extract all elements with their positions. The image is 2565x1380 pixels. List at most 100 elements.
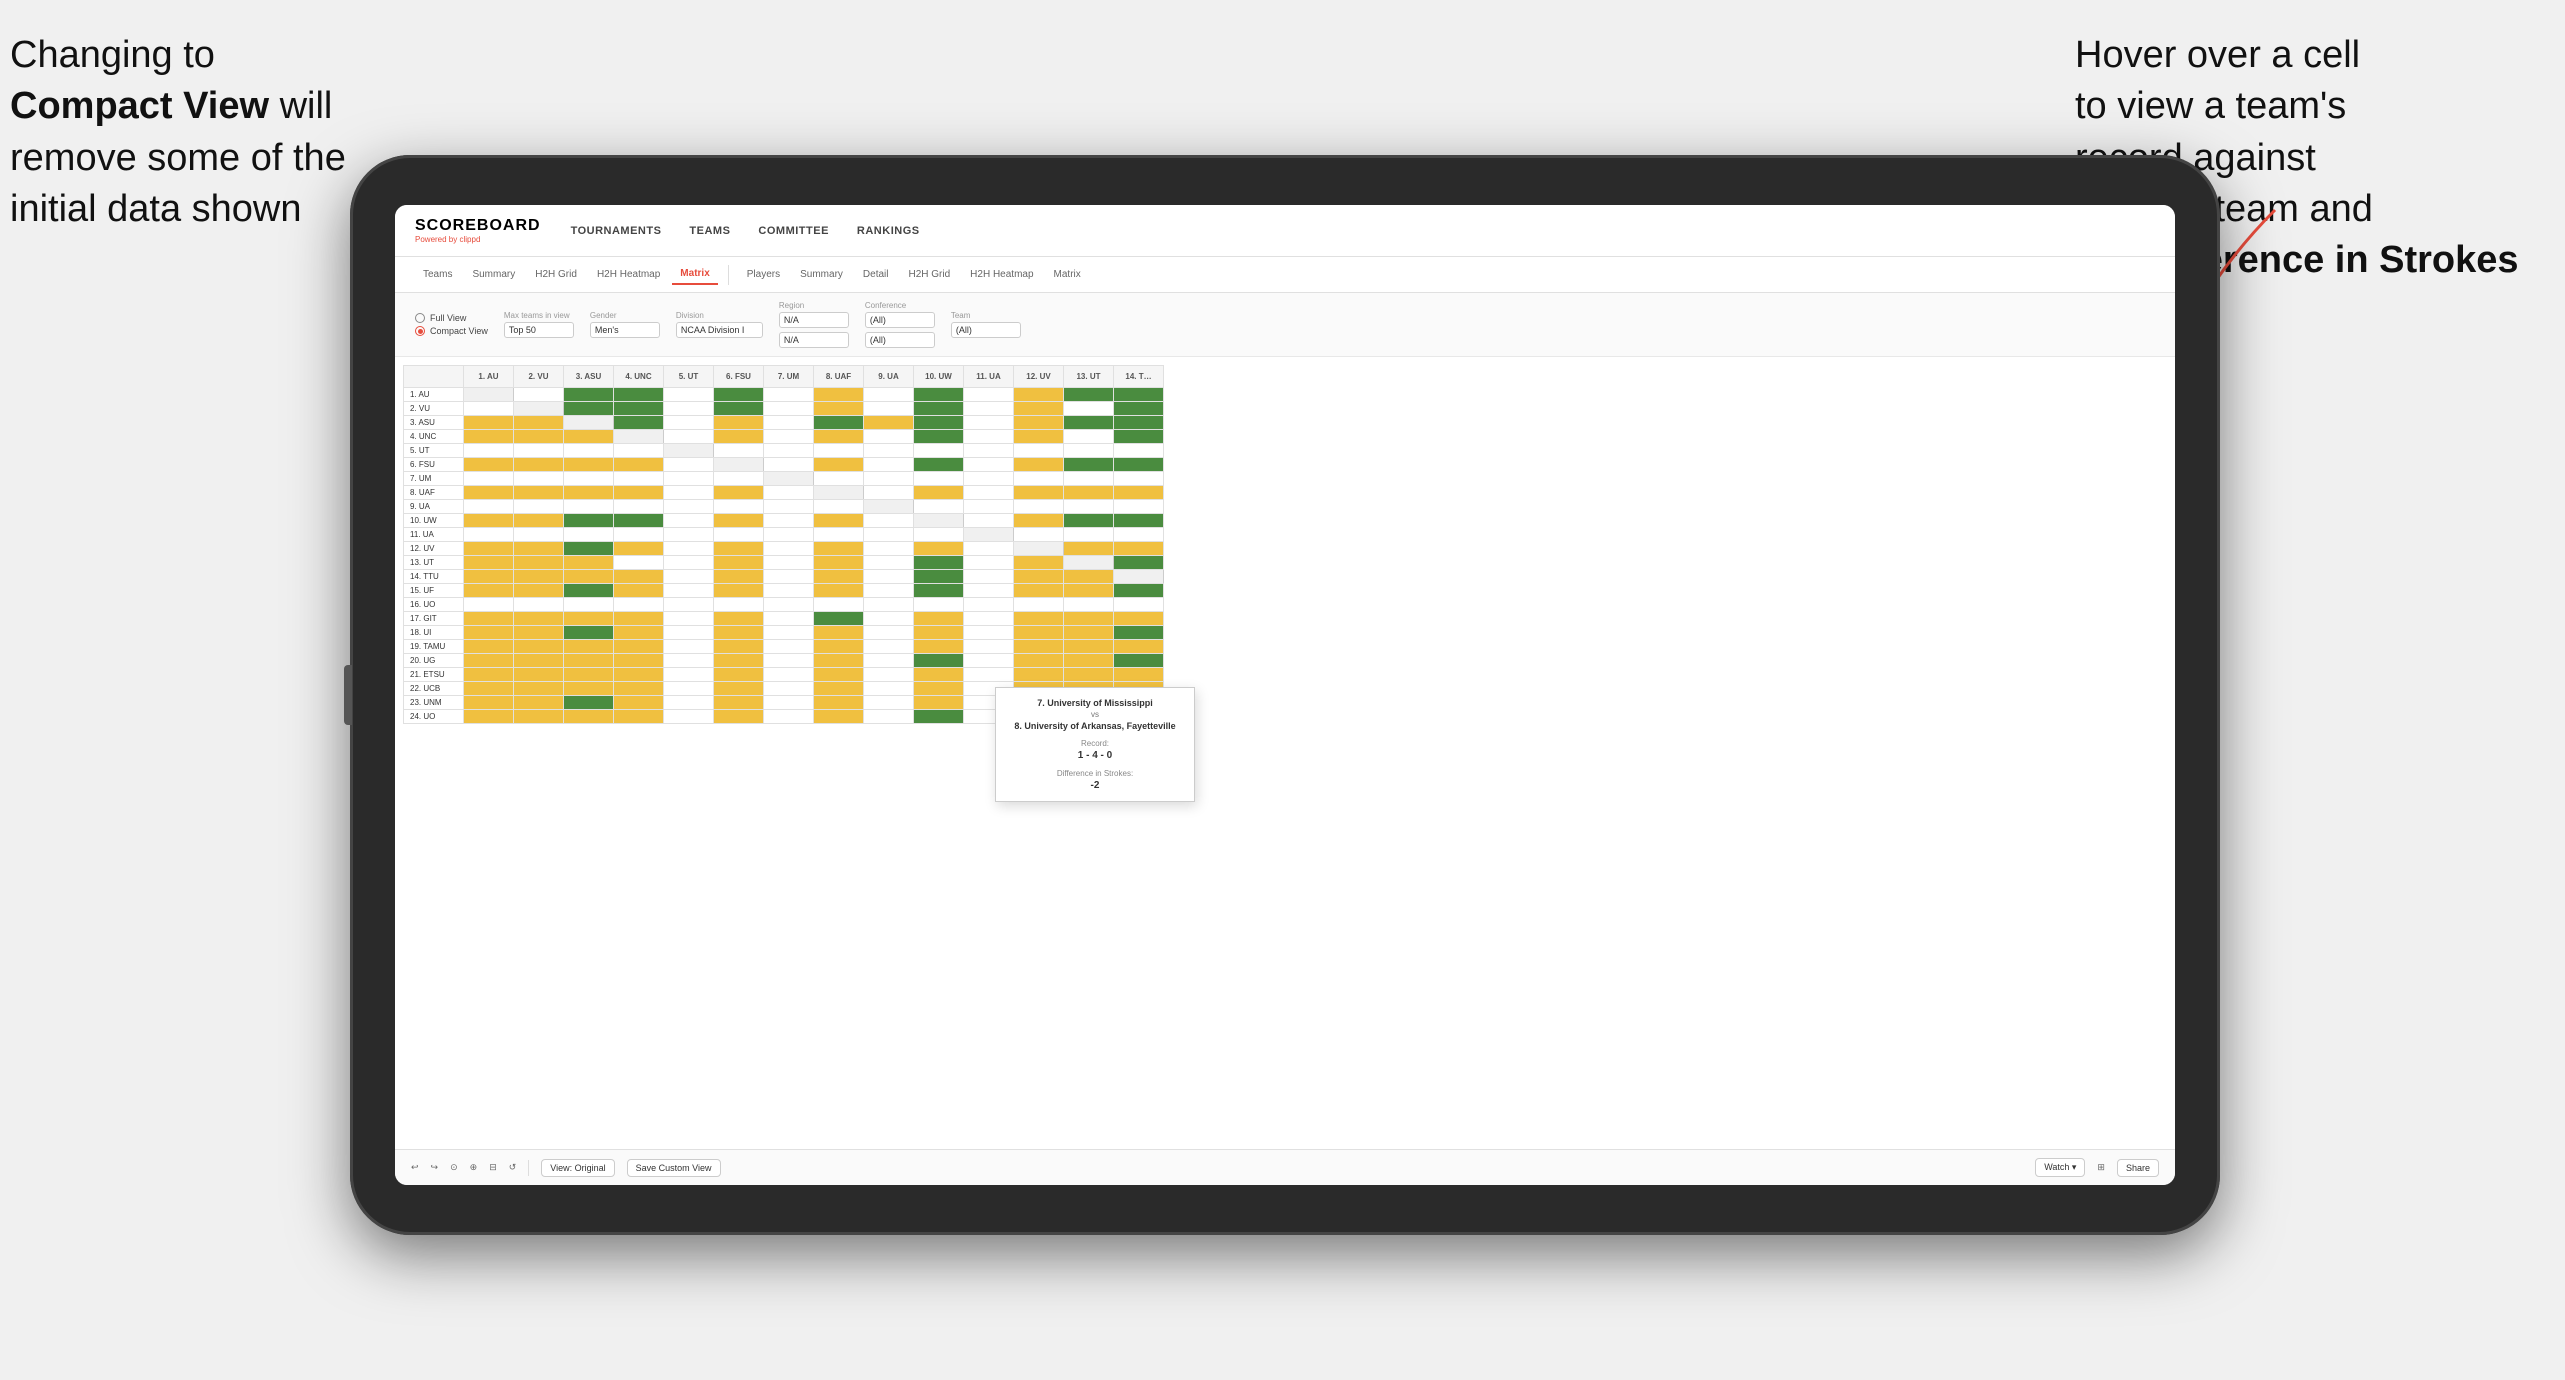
- matrix-cell[interactable]: [614, 570, 664, 584]
- matrix-cell[interactable]: [564, 458, 614, 472]
- matrix-cell[interactable]: [764, 416, 814, 430]
- matrix-cell[interactable]: [864, 458, 914, 472]
- toolbar-btn6[interactable]: ↺: [509, 1162, 517, 1173]
- matrix-cell[interactable]: [864, 654, 914, 668]
- matrix-cell[interactable]: [1014, 458, 1064, 472]
- matrix-cell[interactable]: [464, 542, 514, 556]
- matrix-cell[interactable]: [914, 500, 964, 514]
- matrix-cell[interactable]: [1114, 514, 1164, 528]
- matrix-cell[interactable]: [564, 500, 614, 514]
- matrix-cell[interactable]: [764, 444, 814, 458]
- matrix-cell[interactable]: [814, 570, 864, 584]
- matrix-cell[interactable]: [564, 430, 614, 444]
- matrix-cell[interactable]: [864, 542, 914, 556]
- matrix-cell[interactable]: [1064, 458, 1114, 472]
- matrix-cell[interactable]: [1014, 542, 1064, 556]
- matrix-cell[interactable]: [914, 402, 964, 416]
- matrix-cell[interactable]: [914, 626, 964, 640]
- matrix-cell[interactable]: [814, 528, 864, 542]
- matrix-cell[interactable]: [1064, 640, 1114, 654]
- matrix-cell[interactable]: [464, 458, 514, 472]
- matrix-cell[interactable]: [764, 640, 814, 654]
- matrix-cell[interactable]: [464, 598, 514, 612]
- matrix-cell[interactable]: [864, 486, 914, 500]
- matrix-cell[interactable]: [964, 500, 1014, 514]
- matrix-cell[interactable]: [714, 626, 764, 640]
- matrix-cell[interactable]: [664, 556, 714, 570]
- matrix-cell[interactable]: [764, 500, 814, 514]
- matrix-cell[interactable]: [714, 388, 764, 402]
- subnav-h2h-grid2[interactable]: H2H Grid: [900, 265, 958, 284]
- matrix-cell[interactable]: [714, 430, 764, 444]
- matrix-cell[interactable]: [514, 486, 564, 500]
- matrix-cell[interactable]: [514, 570, 564, 584]
- matrix-cell[interactable]: [814, 654, 864, 668]
- matrix-cell[interactable]: [764, 430, 814, 444]
- matrix-cell[interactable]: [764, 556, 814, 570]
- matrix-cell[interactable]: [714, 402, 764, 416]
- matrix-cell[interactable]: [614, 444, 664, 458]
- matrix-cell[interactable]: [1064, 388, 1114, 402]
- matrix-cell[interactable]: [1064, 416, 1114, 430]
- matrix-cell[interactable]: [514, 710, 564, 724]
- matrix-cell[interactable]: [814, 556, 864, 570]
- matrix-cell[interactable]: [714, 458, 764, 472]
- subnav-matrix1[interactable]: Matrix: [672, 264, 717, 285]
- matrix-cell[interactable]: [864, 668, 914, 682]
- matrix-cell[interactable]: [664, 570, 714, 584]
- matrix-cell[interactable]: [514, 500, 564, 514]
- matrix-cell[interactable]: [864, 388, 914, 402]
- matrix-cell[interactable]: [1064, 584, 1114, 598]
- matrix-cell[interactable]: [1064, 528, 1114, 542]
- matrix-cell[interactable]: [864, 598, 914, 612]
- matrix-cell[interactable]: [464, 682, 514, 696]
- matrix-cell[interactable]: [714, 668, 764, 682]
- toolbar-btn3[interactable]: ⊙: [450, 1162, 458, 1173]
- matrix-cell[interactable]: [464, 528, 514, 542]
- matrix-cell[interactable]: [864, 612, 914, 626]
- matrix-cell[interactable]: [1064, 654, 1114, 668]
- matrix-cell[interactable]: [614, 598, 664, 612]
- matrix-cell[interactable]: [814, 710, 864, 724]
- matrix-cell[interactable]: [714, 416, 764, 430]
- matrix-cell[interactable]: [614, 654, 664, 668]
- matrix-cell[interactable]: [814, 696, 864, 710]
- matrix-cell[interactable]: [1014, 626, 1064, 640]
- matrix-cell[interactable]: [464, 500, 514, 514]
- matrix-cell[interactable]: [914, 598, 964, 612]
- matrix-cell[interactable]: [1114, 500, 1164, 514]
- matrix-cell[interactable]: [1014, 416, 1064, 430]
- matrix-cell[interactable]: [864, 528, 914, 542]
- subnav-players[interactable]: Players: [739, 265, 788, 284]
- matrix-cell[interactable]: [714, 710, 764, 724]
- matrix-cell[interactable]: [664, 416, 714, 430]
- matrix-cell[interactable]: [1064, 612, 1114, 626]
- matrix-cell[interactable]: [564, 528, 614, 542]
- matrix-cell[interactable]: [1114, 416, 1164, 430]
- matrix-cell[interactable]: [514, 626, 564, 640]
- matrix-cell[interactable]: [714, 486, 764, 500]
- matrix-cell[interactable]: [514, 514, 564, 528]
- matrix-cell[interactable]: [814, 458, 864, 472]
- matrix-cell[interactable]: [1064, 556, 1114, 570]
- matrix-cell[interactable]: [564, 612, 614, 626]
- matrix-cell[interactable]: [564, 710, 614, 724]
- matrix-cell[interactable]: [1114, 654, 1164, 668]
- matrix-cell[interactable]: [564, 402, 614, 416]
- matrix-cell[interactable]: [1064, 542, 1114, 556]
- matrix-cell[interactable]: [1114, 640, 1164, 654]
- matrix-cell[interactable]: [714, 584, 764, 598]
- matrix-cell[interactable]: [1014, 556, 1064, 570]
- matrix-cell[interactable]: [1114, 486, 1164, 500]
- matrix-cell[interactable]: [864, 570, 914, 584]
- matrix-cell[interactable]: [514, 444, 564, 458]
- matrix-cell[interactable]: [464, 626, 514, 640]
- matrix-cell[interactable]: [714, 682, 764, 696]
- toolbar-redo[interactable]: ↪: [431, 1162, 439, 1173]
- matrix-cell[interactable]: [964, 570, 1014, 584]
- matrix-cell[interactable]: [464, 612, 514, 626]
- matrix-cell[interactable]: [614, 682, 664, 696]
- matrix-cell[interactable]: [1014, 528, 1064, 542]
- matrix-cell[interactable]: [1064, 500, 1114, 514]
- conference-sub-select[interactable]: (All): [865, 332, 935, 348]
